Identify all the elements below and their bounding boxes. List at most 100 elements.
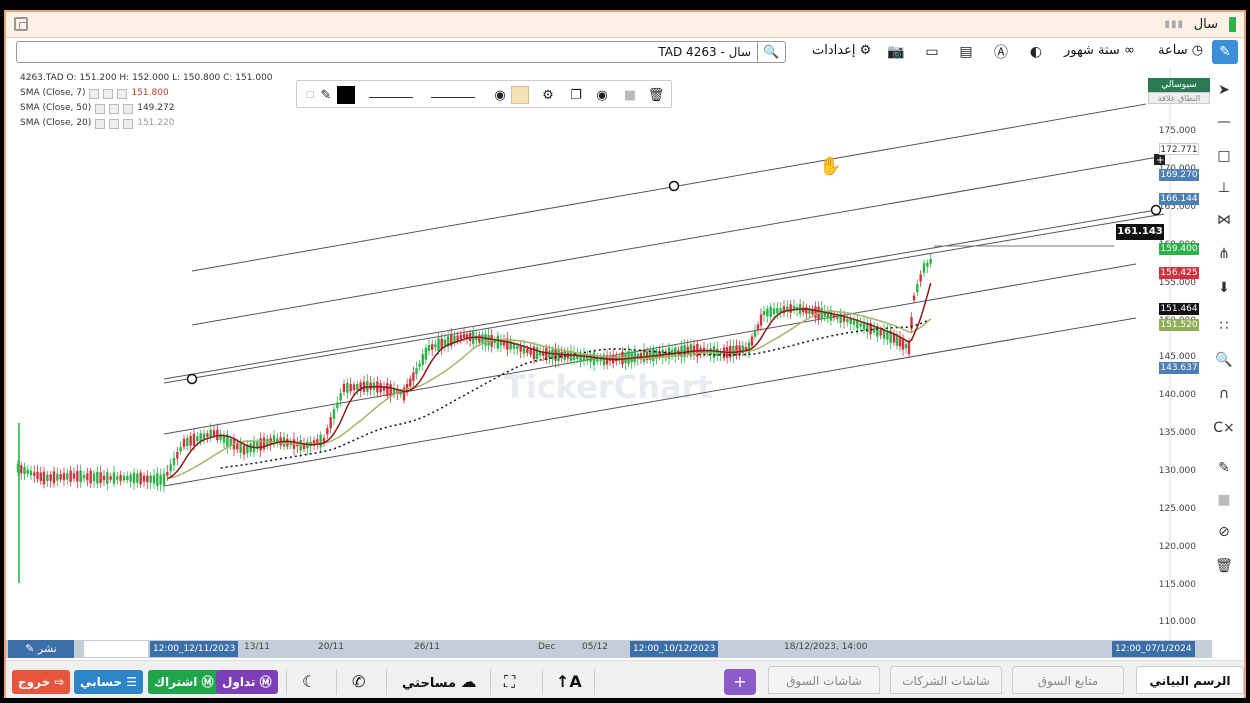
- magnet-icon[interactable]: ∩: [1214, 384, 1234, 404]
- tab-market-screens[interactable]: شاشات السوق: [768, 666, 880, 694]
- channel-line-6[interactable]: [163, 317, 1137, 487]
- candle-body: [149, 475, 152, 483]
- channel-handle[interactable]: [668, 180, 680, 192]
- candle-body: [119, 474, 122, 482]
- range-selector[interactable]: ستة شهور ∞: [1064, 43, 1135, 58]
- fibonacci-icon[interactable]: ⋈: [1214, 210, 1234, 230]
- line-width-selector[interactable]: [369, 86, 413, 98]
- divider: [286, 669, 287, 695]
- zoom-icon[interactable]: 🔍: [1214, 350, 1234, 370]
- add-tab-button[interactable]: +: [724, 669, 756, 695]
- status-indicator-icon: [1229, 17, 1236, 32]
- line-tool-icon[interactable]: —: [1214, 112, 1234, 132]
- drag-handle-icon[interactable]: ▮▮▮: [1164, 19, 1184, 30]
- sma20-settings-icon[interactable]: [95, 118, 106, 129]
- price-chart[interactable]: TickerChart ✋ +: [14, 68, 1210, 642]
- candle-body: [842, 316, 846, 322]
- sma7-remove-icon[interactable]: [117, 88, 128, 99]
- candle-body: [322, 437, 326, 443]
- tab-chart[interactable]: الرسم البياني: [1136, 666, 1244, 694]
- auto-scale-icon[interactable]: Ⓐ: [991, 42, 1011, 62]
- channel-line-2[interactable]: [191, 155, 1165, 326]
- compare-icon[interactable]: ◐: [1026, 42, 1046, 62]
- text-tool-icon[interactable]: ⊥: [1214, 178, 1234, 198]
- candle-body: [904, 343, 908, 349]
- trend-channel[interactable]: [163, 103, 1165, 487]
- lock-icon[interactable]: ■: [1214, 490, 1234, 510]
- sma50-remove-icon[interactable]: [123, 103, 134, 114]
- fill-color-swatch[interactable]: [511, 86, 529, 104]
- account-button[interactable]: حسابي ☰: [74, 670, 143, 694]
- candle-body: [789, 304, 792, 313]
- sma20-visibility-icon[interactable]: [109, 118, 120, 129]
- line-style-selector[interactable]: [431, 86, 475, 98]
- candles-icon[interactable]: ▭: [922, 42, 942, 62]
- settings-icon[interactable]: ⚙: [539, 86, 557, 104]
- logout-button[interactable]: خروج ⇨: [12, 670, 71, 694]
- settings-button[interactable]: إعدادات ⚙: [812, 43, 871, 58]
- sma50-visibility-icon[interactable]: [109, 103, 120, 114]
- brush-icon[interactable]: ✎: [1214, 458, 1234, 478]
- sma7-settings-icon[interactable]: [89, 88, 100, 99]
- bar-chart-icon[interactable]: ▤: [956, 42, 976, 62]
- rectangle-tool-icon[interactable]: □: [1214, 146, 1234, 166]
- lock-icon[interactable]: ■: [621, 86, 639, 104]
- candle-body: [242, 445, 246, 455]
- time-range-field[interactable]: [84, 641, 148, 657]
- my-space-button[interactable]: مساحتي ☁: [402, 670, 477, 694]
- sma7-visibility-icon[interactable]: [103, 88, 114, 99]
- sma20-remove-icon[interactable]: [123, 118, 134, 129]
- interval-selector[interactable]: ساعة ◷: [1158, 43, 1203, 58]
- arrow-down-icon[interactable]: ⬇: [1214, 278, 1234, 298]
- remove-drawing-icon[interactable]: C×: [1213, 418, 1235, 438]
- moon-icon[interactable]: ☾: [302, 670, 316, 694]
- candle-body: [389, 384, 392, 397]
- phone-icon[interactable]: ✆: [352, 670, 365, 694]
- font-size-icon[interactable]: ↑A: [556, 670, 582, 694]
- settings-label: إعدادات: [812, 43, 856, 58]
- candle-body: [129, 474, 132, 482]
- trash-icon[interactable]: 🗑: [1214, 556, 1234, 576]
- candle-body: [424, 347, 428, 360]
- candle-body: [99, 472, 102, 484]
- candle-body: [427, 345, 431, 351]
- subscribe-button[interactable]: اشتراك Ⓜ: [148, 670, 220, 694]
- fill-icon[interactable]: ◉: [491, 86, 509, 104]
- symbol-search-box[interactable]: TAD 4263 - سال 🔍: [16, 41, 786, 63]
- price-tick: 145.000: [1158, 352, 1196, 362]
- trash-icon[interactable]: 🗑: [647, 86, 665, 104]
- pitchfork-icon[interactable]: ⋔: [1214, 244, 1234, 264]
- camera-icon[interactable]: 📷: [886, 42, 906, 62]
- pencil-color-icon[interactable]: ✎: [317, 86, 335, 104]
- candle-body: [176, 451, 179, 459]
- clone-icon[interactable]: ❐: [567, 86, 585, 104]
- fullscreen-icon[interactable]: ⛶: [504, 670, 515, 694]
- restore-window-icon[interactable]: [14, 17, 28, 31]
- eye-icon[interactable]: ◉: [593, 86, 611, 104]
- tab-market-follow[interactable]: متابع السوق: [1012, 666, 1124, 694]
- trade-button[interactable]: تداول Ⓜ: [216, 670, 278, 694]
- candle-body: [859, 323, 862, 327]
- hide-icon[interactable]: ⊘: [1214, 522, 1234, 542]
- candle-body: [20, 465, 23, 474]
- tab-company-screens[interactable]: شاشات الشركات: [890, 666, 1002, 694]
- pencil-icon[interactable]: ✎: [1212, 40, 1238, 64]
- candle-body: [633, 351, 636, 363]
- measure-icon[interactable]: ∷: [1214, 316, 1234, 336]
- chart-canvas[interactable]: TickerChart ✋ +: [14, 68, 1210, 642]
- channel-handle[interactable]: [186, 373, 198, 385]
- candle-body: [126, 476, 129, 480]
- menu-icon: ☰: [126, 675, 137, 689]
- candle-body: [49, 474, 52, 481]
- candle-body: [196, 436, 199, 441]
- candle-body: [169, 464, 172, 472]
- search-icon[interactable]: 🔍: [757, 41, 785, 63]
- symbol-search-input[interactable]: TAD 4263 - سال: [658, 45, 751, 59]
- cursor-arrow-icon[interactable]: ➤: [1214, 80, 1234, 100]
- color-swatch[interactable]: [337, 86, 355, 104]
- candle-body: [352, 384, 356, 391]
- share-button[interactable]: ✎ نشر: [8, 640, 74, 658]
- sma50-settings-icon[interactable]: [95, 103, 106, 114]
- candle-body: [139, 472, 142, 485]
- indicator-badge[interactable]: سيوسالي: [1148, 78, 1210, 92]
